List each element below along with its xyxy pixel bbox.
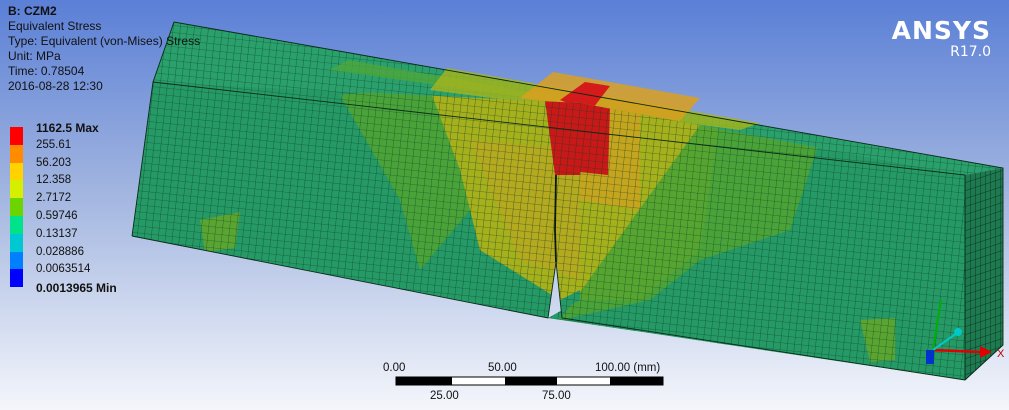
result-time: Time: 0.78504 <box>8 64 85 78</box>
result-type: Type: Equivalent (von-Mises) Stress <box>8 34 201 48</box>
legend-swatch <box>10 198 23 217</box>
legend-level: 0.0063514 <box>36 263 91 276</box>
legend-swatch <box>10 233 23 252</box>
legend-level: 0.028886 <box>36 245 84 258</box>
scale-label: 75.00 <box>542 390 571 402</box>
result-title: B: CZM2 <box>8 4 57 18</box>
scale-label: 25.00 <box>430 390 459 402</box>
legend-swatch <box>10 269 23 288</box>
scale-label: 50.00 <box>488 362 517 374</box>
legend-swatch <box>10 162 23 181</box>
legend-level: 2.7172 <box>36 192 72 205</box>
legend-level: 0.59746 <box>36 209 78 222</box>
brand-name: ANSYS <box>891 16 991 45</box>
result-name: Equivalent Stress <box>8 19 102 33</box>
legend-level: 255.61 <box>36 138 72 151</box>
legend-level: 56.203 <box>36 156 72 169</box>
legend-min: 0.0013965 Min <box>36 281 117 296</box>
scale-label: 0.00 <box>383 362 406 374</box>
legend-swatch <box>10 127 23 145</box>
result-date: 2016-08-28 12:30 <box>8 79 103 93</box>
scale-bar: 0.00 50.00 100.00 (mm) 25.00 75.00 <box>370 362 700 408</box>
scale-label: 100.00 (mm) <box>595 362 661 374</box>
legend-swatch <box>10 180 23 199</box>
legend-level: 0.13137 <box>36 227 78 240</box>
scale-bar-graphic <box>395 376 664 386</box>
legend-swatch <box>10 215 23 234</box>
result-info: B: CZM2 Equivalent Stress Type: Equivale… <box>8 4 200 94</box>
legend-swatch <box>10 251 23 270</box>
brand-version: R17.0 <box>950 44 991 60</box>
result-unit: Unit: MPa <box>8 49 61 63</box>
ansys-logo: ANSYS R17.0 <box>891 16 991 61</box>
axis-x-label: X <box>997 348 1005 360</box>
legend-swatch <box>10 144 23 163</box>
legend-level: 12.358 <box>36 174 72 187</box>
legend-max: 1162.5 Max <box>36 121 99 135</box>
